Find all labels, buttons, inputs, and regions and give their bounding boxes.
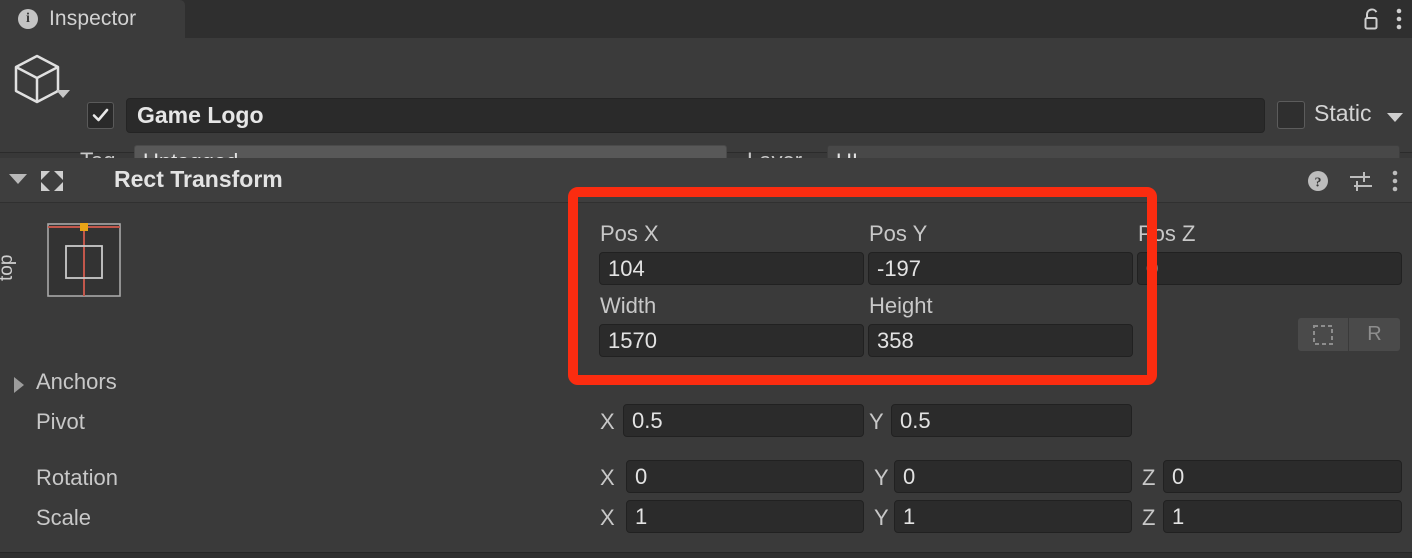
scale-x-axis-label: X — [600, 505, 615, 530]
static-checkbox[interactable] — [1277, 101, 1305, 129]
rotation-z-input[interactable]: 0 — [1163, 460, 1402, 493]
tab-bar: i Inspector — [0, 0, 1412, 38]
rect-transform-icon — [38, 169, 66, 198]
gameobject-name-value: Game Logo — [137, 102, 264, 128]
raw-edit-mode-button[interactable]: R — [1349, 317, 1401, 352]
pivot-y-axis-label: Y — [869, 409, 884, 434]
rotation-y-value: 0 — [903, 463, 916, 489]
width-input[interactable]: 1570 — [599, 324, 864, 357]
height-input[interactable]: 358 — [868, 324, 1133, 357]
scale-z-value: 1 — [1172, 503, 1185, 529]
pivot-x-input[interactable]: 0.5 — [623, 404, 864, 437]
width-label: Width — [600, 293, 657, 318]
height-value: 358 — [877, 327, 914, 353]
rotation-y-input[interactable]: 0 — [894, 460, 1132, 493]
panel-bottom-divider — [0, 552, 1412, 558]
anchors-foldout-arrow[interactable] — [14, 377, 24, 393]
pivot-y-value: 0.5 — [900, 407, 931, 433]
scale-y-value: 1 — [903, 503, 916, 529]
pos-z-value: 0 — [1146, 255, 1159, 281]
anchors-label: Anchors — [36, 369, 117, 394]
scale-z-axis-label: Z — [1142, 505, 1156, 530]
unlock-padlock-icon[interactable] — [1362, 7, 1382, 31]
tab-inspector[interactable]: i Inspector — [0, 0, 185, 38]
cube-icon-dropdown-arrow[interactable] — [56, 90, 70, 98]
pivot-y-input[interactable]: 0.5 — [891, 404, 1132, 437]
rotation-x-value: 0 — [635, 463, 648, 489]
tab-inspector-label: Inspector — [49, 7, 137, 30]
preset-sliders-icon[interactable] — [1348, 169, 1374, 193]
scale-y-axis-label: Y — [874, 505, 889, 530]
pos-y-input[interactable]: -197 — [868, 252, 1133, 285]
gameobject-enabled-checkbox[interactable] — [87, 102, 114, 129]
rotation-z-value: 0 — [1172, 463, 1185, 489]
kebab-menu-icon[interactable] — [1392, 170, 1398, 192]
rect-transform-body: center top Pos X 104 Pos Y -197 Pos Z 0 … — [0, 203, 1412, 552]
static-dropdown-arrow[interactable] — [1387, 113, 1403, 122]
rotation-label: Rotation — [36, 465, 118, 490]
rotation-y-axis-label: Y — [874, 465, 889, 490]
scale-y-input[interactable]: 1 — [894, 500, 1132, 533]
anchor-preset-button[interactable] — [44, 220, 124, 305]
gameobject-header: Game Logo Static Tag Untagged Layer UI — [0, 38, 1412, 178]
component-title: Rect Transform — [114, 166, 283, 192]
pos-z-input[interactable]: 0 — [1137, 252, 1402, 285]
pivot-x-axis-label: X — [600, 409, 615, 434]
pos-y-value: -197 — [877, 255, 922, 281]
svg-text:?: ? — [1315, 175, 1322, 190]
pos-y-label: Pos Y — [869, 221, 928, 246]
anchor-vertical-label: top — [0, 254, 17, 281]
component-foldout-arrow[interactable] — [9, 174, 27, 184]
kebab-menu-icon[interactable] — [1396, 8, 1402, 30]
height-label: Height — [869, 293, 933, 318]
pos-x-label: Pos X — [600, 221, 659, 246]
blueprint-mode-button[interactable] — [1297, 317, 1349, 352]
help-question-icon[interactable]: ? — [1306, 169, 1330, 193]
pos-x-value: 104 — [608, 255, 645, 281]
pivot-x-value: 0.5 — [632, 407, 663, 433]
static-label: Static — [1314, 100, 1372, 126]
scale-z-input[interactable]: 1 — [1163, 500, 1402, 533]
width-value: 1570 — [608, 327, 657, 353]
scale-x-value: 1 — [635, 503, 648, 529]
scale-label: Scale — [36, 505, 92, 530]
pivot-label: Pivot — [36, 409, 85, 434]
pos-z-label: Pos Z — [1138, 221, 1196, 246]
info-icon: i — [18, 9, 38, 29]
component-header-actions: ? — [1306, 158, 1398, 203]
gameobject-name-input[interactable]: Game Logo — [126, 98, 1265, 133]
raw-edit-label: R — [1367, 323, 1382, 345]
rect-transform-component-header[interactable]: Rect Transform ? — [0, 158, 1412, 203]
unity-inspector-window: i Inspector Game Logo Static Rect Transf… — [0, 0, 1412, 558]
rotation-x-input[interactable]: 0 — [626, 460, 864, 493]
cube-icon — [10, 52, 64, 111]
scale-x-input[interactable]: 1 — [626, 500, 864, 533]
rotation-x-axis-label: X — [600, 465, 615, 490]
pos-x-input[interactable]: 104 — [599, 252, 864, 285]
rotation-z-axis-label: Z — [1142, 465, 1156, 490]
tab-bar-actions — [1362, 0, 1402, 38]
